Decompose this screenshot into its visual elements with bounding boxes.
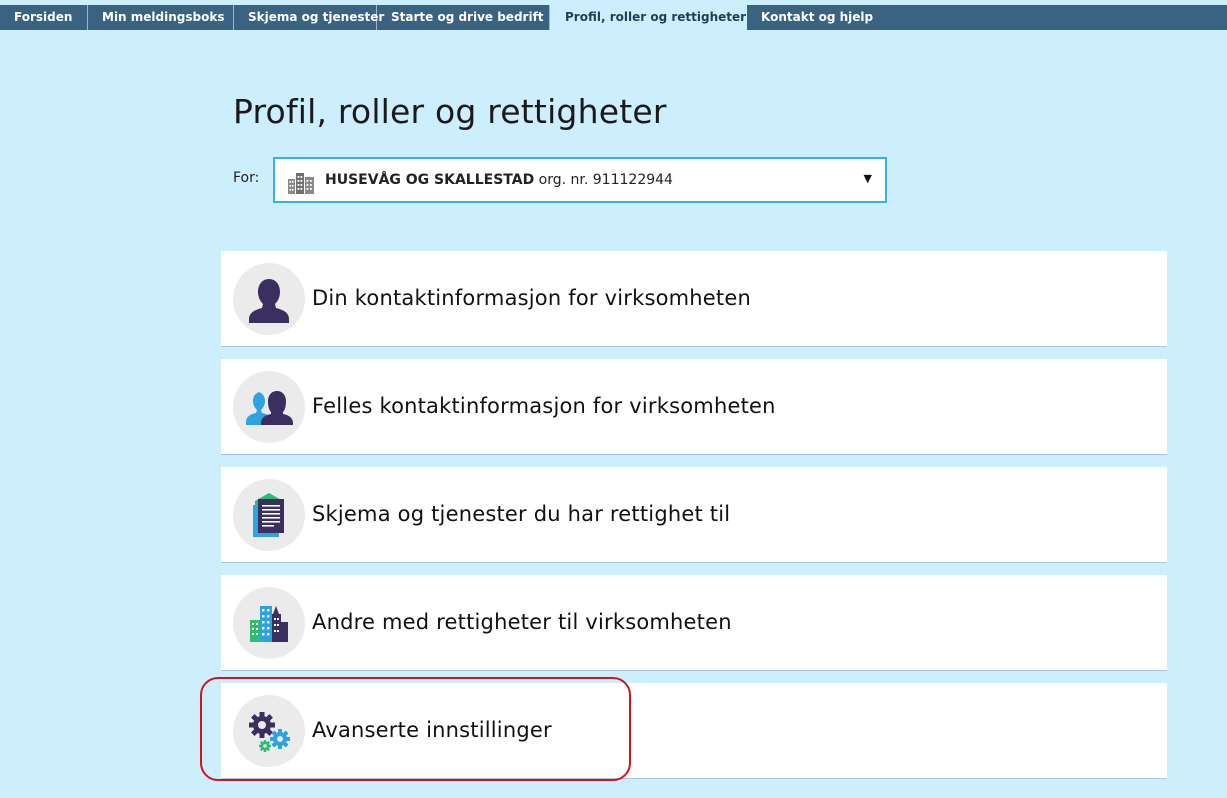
card-andre-med-rettigheter[interactable]: Andre med rettigheter til virksomheten	[221, 575, 1167, 671]
buildings-icon	[233, 587, 305, 659]
card-label: Andre med rettigheter til virksomheten	[312, 610, 732, 634]
documents-icon	[233, 479, 305, 551]
tab-forsiden[interactable]: Forsiden	[0, 5, 88, 30]
card-avanserte-innstillinger[interactable]: Avanserte innstillinger	[221, 683, 1167, 779]
tab-skjema-og-tjenester[interactable]: Skjema og tjenester	[234, 5, 384, 30]
person-icon	[233, 263, 305, 335]
card-felles-kontaktinformasjon[interactable]: Felles kontaktinformasjon for virksomhet…	[221, 359, 1167, 455]
organization-text: HUSEVÅG OG SKALLESTAD org. nr. 911122944	[325, 172, 673, 188]
for-label: For:	[233, 170, 260, 186]
gears-icon	[233, 695, 305, 767]
card-label: Felles kontaktinformasjon for virksomhet…	[312, 394, 776, 418]
dropdown-arrow-icon: ▼	[863, 172, 872, 185]
page-title: Profil, roller og rettigheter	[233, 92, 667, 131]
organization-number: org. nr. 911122944	[538, 172, 673, 188]
tab-starte-og-drive-bedrift[interactable]: Starte og drive bedrift	[377, 5, 550, 30]
tab-kontakt-og-hjelp[interactable]: Kontakt og hjelp	[747, 5, 877, 30]
organization-select[interactable]: HUSEVÅG OG SKALLESTAD org. nr. 911122944…	[273, 157, 887, 203]
card-label: Din kontaktinformasjon for virksomheten	[312, 286, 751, 310]
card-din-kontaktinformasjon[interactable]: Din kontaktinformasjon for virksomheten	[221, 251, 1167, 347]
top-navigation: Forsiden Min meldingsboks Skjema og tjen…	[0, 0, 1227, 30]
card-label: Avanserte innstillinger	[312, 718, 552, 742]
card-label: Skjema og tjenester du har rettighet til	[312, 502, 731, 526]
tab-min-meldingsboks[interactable]: Min meldingsboks	[88, 5, 234, 30]
tab-profil-roller-rettigheter[interactable]: Profil, roller og rettigheter	[550, 5, 747, 30]
organization-name: HUSEVÅG OG SKALLESTAD	[325, 172, 535, 188]
building-icon	[287, 170, 315, 194]
people-icon	[233, 371, 305, 443]
card-skjema-og-tjenester[interactable]: Skjema og tjenester du har rettighet til	[221, 467, 1167, 563]
nav-bar: Forsiden Min meldingsboks Skjema og tjen…	[0, 5, 1227, 30]
